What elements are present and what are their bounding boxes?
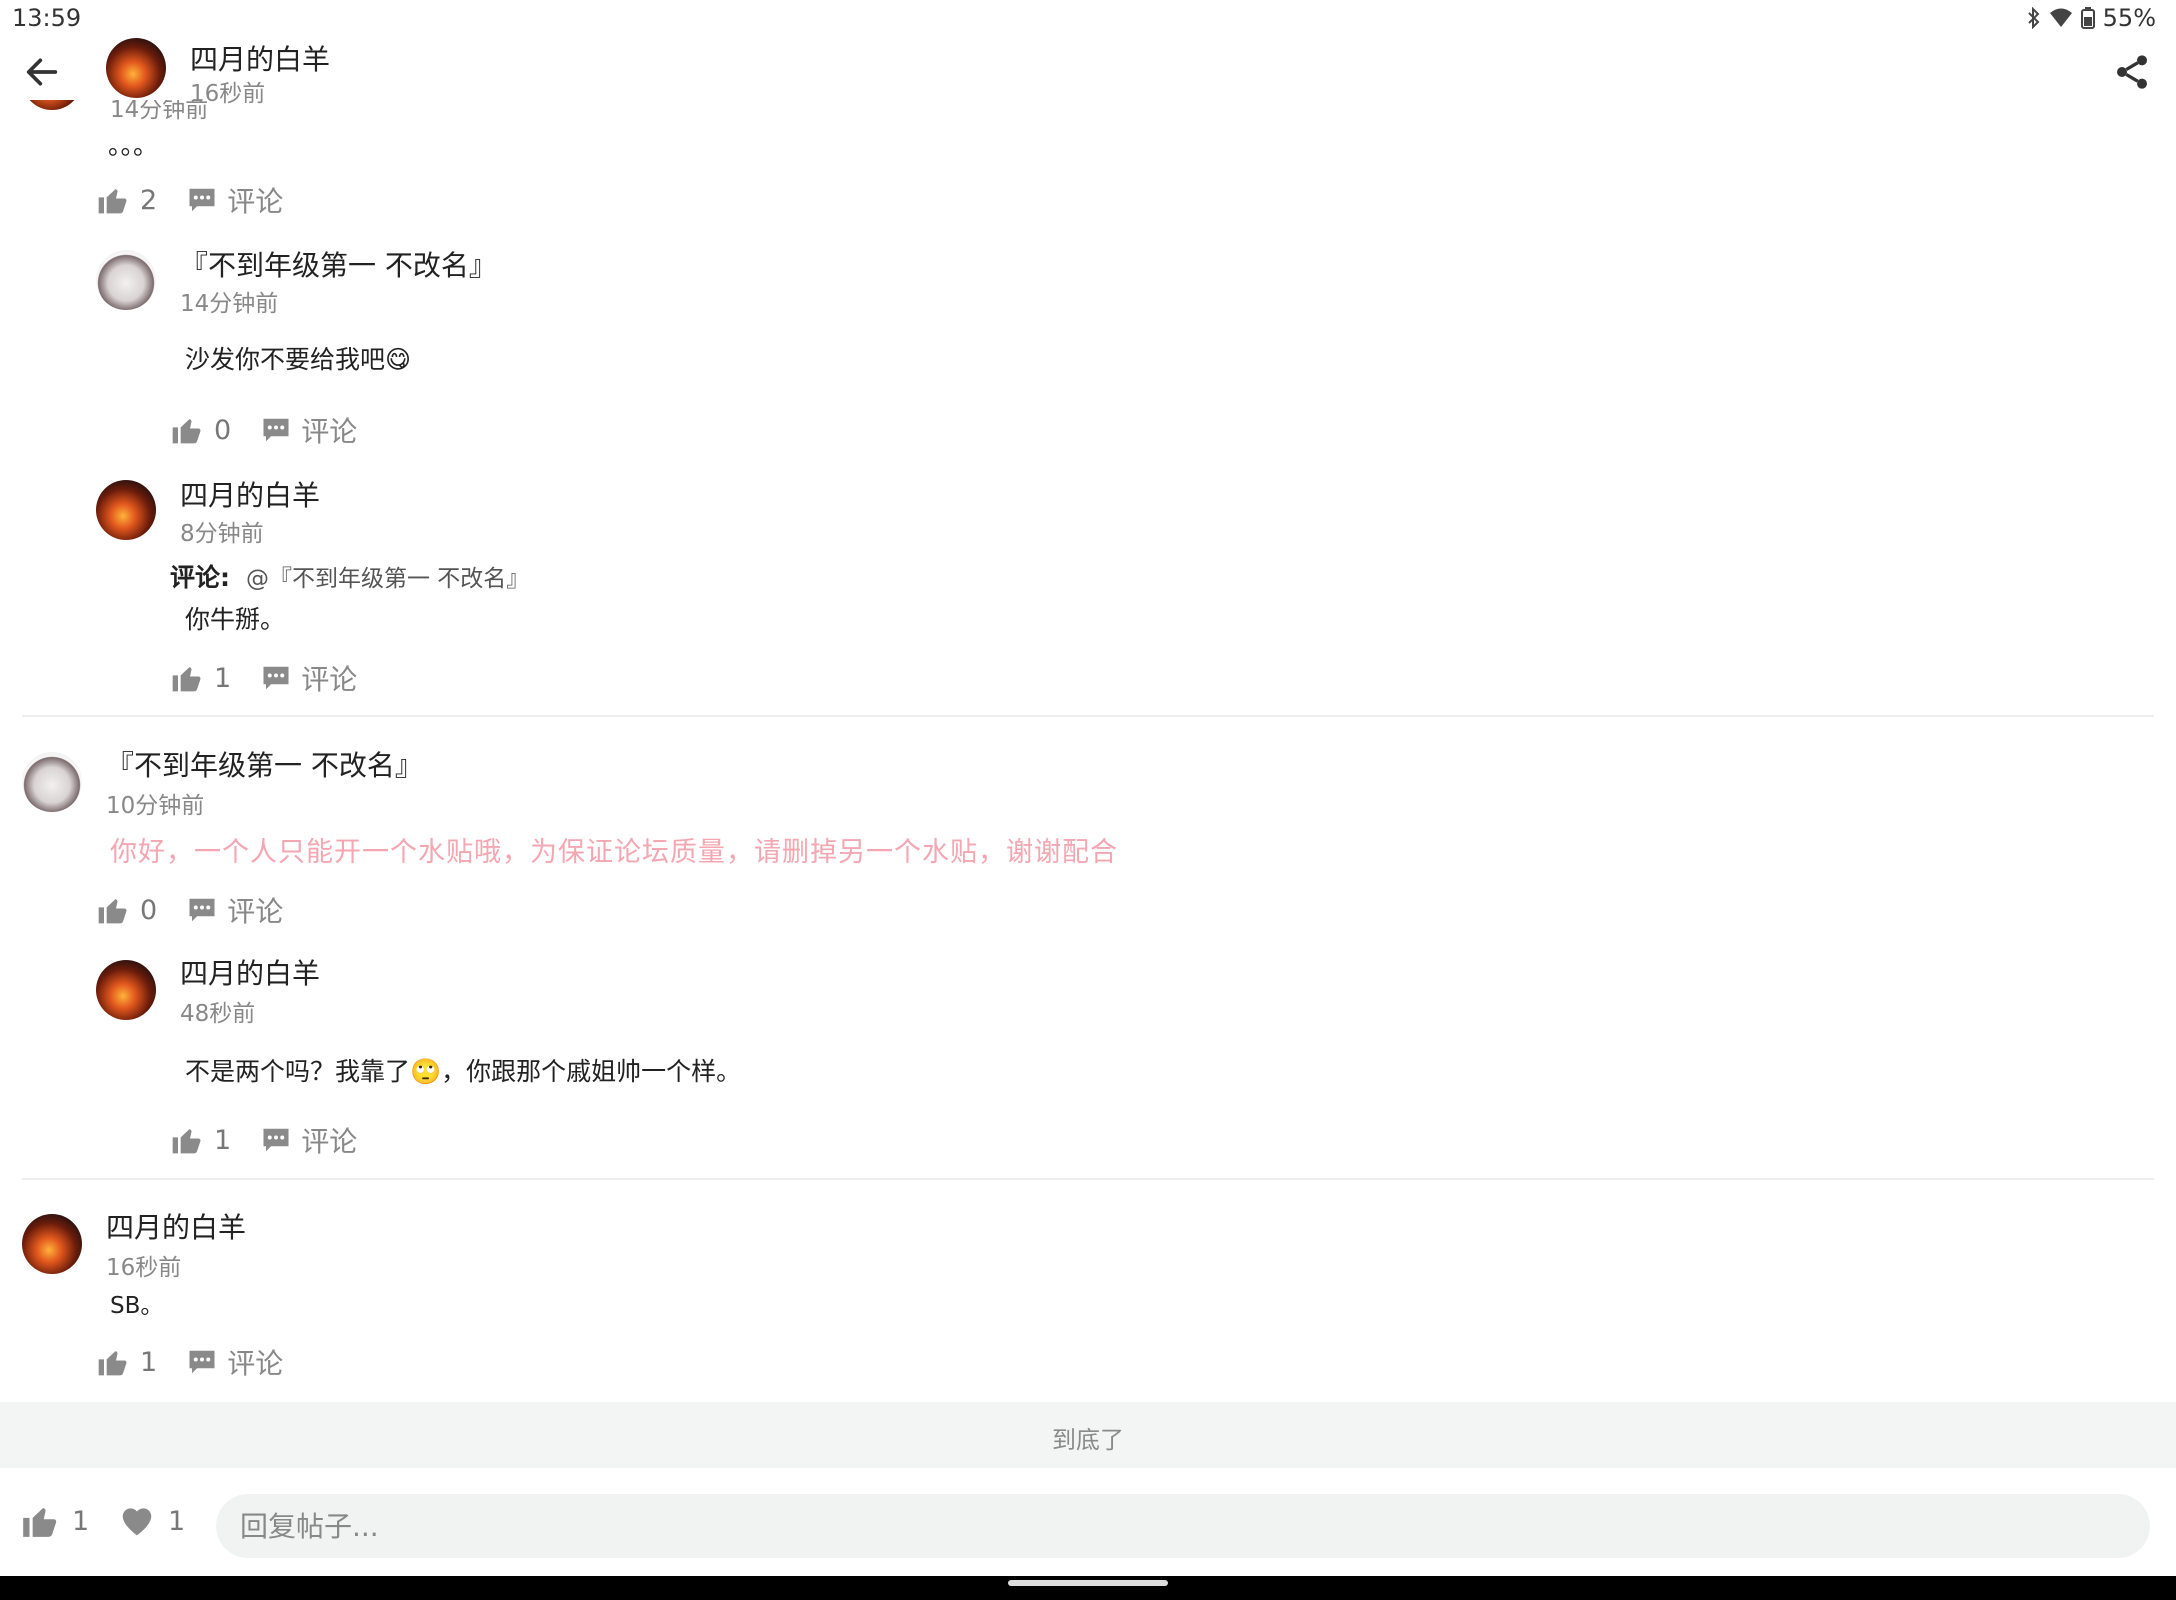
comment-bubble-icon[interactable] bbox=[187, 185, 217, 215]
comment-button[interactable]: 评论 bbox=[301, 1120, 357, 1160]
post-header: 四月的白羊 16秒前 bbox=[0, 38, 2176, 107]
comment-button[interactable]: 评论 bbox=[301, 658, 357, 698]
comment-button[interactable]: 评论 bbox=[227, 890, 283, 930]
comment-bubble-icon[interactable] bbox=[261, 415, 291, 445]
comment-bubble-icon[interactable] bbox=[187, 1347, 217, 1377]
comment-actions: 2 评论 bbox=[96, 180, 283, 220]
comment-author[interactable]: 四月的白羊 bbox=[106, 1206, 246, 1246]
thumb-up-icon[interactable] bbox=[170, 1124, 202, 1156]
reply-mention: 评论: @『不到年级第一 不改名』 bbox=[170, 558, 529, 594]
avatar[interactable] bbox=[22, 752, 82, 812]
end-of-list: 到底了 bbox=[0, 1402, 2176, 1468]
comment-time: 16秒前 bbox=[106, 1255, 182, 1281]
heart-icon[interactable] bbox=[118, 1502, 156, 1540]
bluetooth-icon bbox=[2027, 7, 2040, 29]
comment-bubble-icon[interactable] bbox=[261, 1125, 291, 1155]
mention-link[interactable]: @『不到年级第一 不改名』 bbox=[246, 566, 529, 592]
end-of-list-text: 到底了 bbox=[1052, 1426, 1124, 1454]
reply-input[interactable] bbox=[216, 1494, 2150, 1558]
comment-time: 10分钟前 bbox=[106, 793, 205, 819]
back-arrow-icon[interactable] bbox=[22, 52, 62, 92]
comment-button[interactable]: 评论 bbox=[301, 410, 357, 450]
comment-author[interactable]: 『不到年级第一 不改名』 bbox=[180, 244, 497, 284]
author-avatar[interactable] bbox=[106, 38, 166, 98]
wifi-icon bbox=[2049, 8, 2072, 27]
divider bbox=[22, 1178, 2154, 1180]
comment-author[interactable]: 四月的白羊 bbox=[180, 952, 320, 992]
thumb-up-icon[interactable] bbox=[96, 894, 128, 926]
post-like-count: 1 bbox=[72, 1506, 90, 1537]
comment-text: 不是两个吗？我靠了🙄，你跟那个戚姐帅一个样。 bbox=[185, 1057, 742, 1086]
divider bbox=[22, 715, 2154, 717]
author-name[interactable]: 四月的白羊 bbox=[190, 38, 330, 78]
system-nav-bar bbox=[0, 1576, 2176, 1600]
avatar[interactable] bbox=[96, 250, 156, 310]
share-icon[interactable] bbox=[2112, 52, 2152, 92]
avatar[interactable] bbox=[22, 1214, 82, 1274]
reply-prefix: 评论: bbox=[170, 563, 230, 592]
battery-icon bbox=[2080, 7, 2095, 29]
thumb-up-icon[interactable] bbox=[96, 1346, 128, 1378]
comment-author[interactable]: 『不到年级第一 不改名』 bbox=[106, 744, 423, 784]
comment-bubble-icon[interactable] bbox=[187, 895, 217, 925]
like-count: 1 bbox=[214, 1124, 232, 1156]
status-time: 13:59 bbox=[12, 4, 82, 32]
comment-actions: 1 评论 bbox=[170, 658, 357, 698]
thumb-up-icon[interactable] bbox=[20, 1502, 58, 1540]
avatar[interactable] bbox=[96, 960, 156, 1020]
post-favorite-count: 1 bbox=[168, 1506, 186, 1537]
battery-percent: 55% bbox=[2102, 4, 2156, 32]
avatar[interactable] bbox=[96, 480, 156, 540]
comment-time: 8分钟前 bbox=[180, 521, 264, 547]
status-icons: 55% bbox=[2027, 4, 2156, 32]
moderator-notice: 你好，一个人只能开一个水贴哦，为保证论坛质量，请删掉另一个水贴，谢谢配合 bbox=[110, 837, 1118, 868]
comment-time: 14分钟前 bbox=[180, 291, 279, 317]
like-count: 1 bbox=[214, 662, 232, 694]
comment-text: SB。 bbox=[110, 1293, 164, 1319]
comment-author[interactable]: 四月的白羊 bbox=[180, 474, 320, 514]
comment-bubble-icon[interactable] bbox=[261, 663, 291, 693]
comment-actions: 1 评论 bbox=[170, 1120, 357, 1160]
thumb-up-icon[interactable] bbox=[96, 184, 128, 216]
comment-time: 48秒前 bbox=[180, 1001, 256, 1027]
like-count: 0 bbox=[140, 894, 158, 926]
like-count: 0 bbox=[214, 414, 232, 446]
comment-text: 。。。 bbox=[108, 131, 159, 160]
home-gesture-handle[interactable] bbox=[1008, 1580, 1168, 1586]
post-time: 16秒前 bbox=[190, 81, 266, 107]
like-count: 1 bbox=[140, 1346, 158, 1378]
like-count: 2 bbox=[140, 184, 158, 216]
comment-actions: 0 评论 bbox=[170, 410, 357, 450]
thumb-up-icon[interactable] bbox=[170, 662, 202, 694]
comment-button[interactable]: 评论 bbox=[227, 180, 283, 220]
bottom-bar: 1 1 bbox=[0, 1468, 2176, 1576]
status-bar: 13:59 55% bbox=[0, 0, 2176, 40]
comment-button[interactable]: 评论 bbox=[227, 1342, 283, 1382]
thumb-up-icon[interactable] bbox=[170, 414, 202, 446]
comment-text: 沙发你不要给我吧😋 bbox=[185, 345, 412, 374]
comment-actions: 1 评论 bbox=[96, 1342, 283, 1382]
comment-text: 你牛掰。 bbox=[185, 605, 286, 634]
comment-actions: 0 评论 bbox=[96, 890, 283, 930]
